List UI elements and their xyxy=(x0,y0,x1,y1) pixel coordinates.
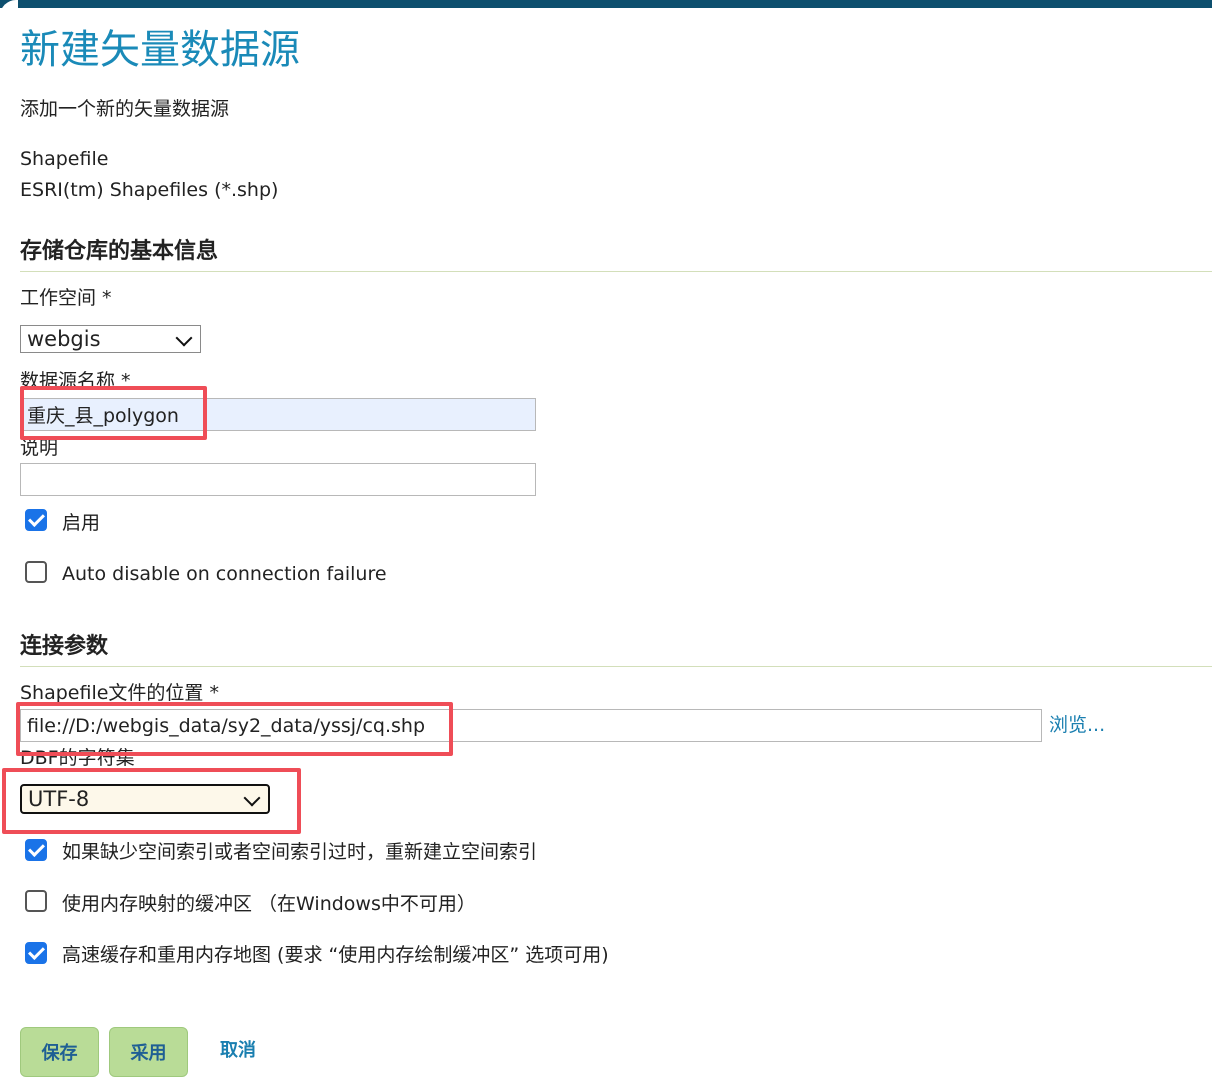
check-icon xyxy=(28,840,45,857)
page-subtitle: 添加一个新的矢量数据源 xyxy=(20,98,230,120)
workspace-select[interactable]: webgis xyxy=(20,325,201,353)
enabled-label: 启用 xyxy=(62,512,101,534)
store-type: Shapefile xyxy=(20,148,109,170)
memory-mapped-label: 使用内存映射的缓冲区 （在Windows中不可用） xyxy=(62,893,476,915)
cache-memory-maps-checkbox[interactable] xyxy=(25,942,47,964)
browse-link[interactable]: 浏览... xyxy=(1049,712,1105,738)
check-icon xyxy=(28,943,45,960)
chevron-down-icon xyxy=(175,329,193,347)
highlight-box xyxy=(20,386,207,440)
rebuild-index-label: 如果缺少空间索引或者空间索引过时，重新建立空间索引 xyxy=(62,841,538,863)
cache-memory-maps-label: 高速缓存和重用内存地图 (要求 “使用内存绘制缓冲区” 选项可用) xyxy=(62,944,609,966)
cancel-link[interactable]: 取消 xyxy=(220,1038,256,1064)
connection-heading: 连接参数 xyxy=(20,634,109,659)
highlight-box xyxy=(2,768,301,834)
header-bar xyxy=(0,0,1212,8)
save-button[interactable]: 保存 xyxy=(20,1027,99,1077)
enabled-checkbox[interactable] xyxy=(25,509,47,531)
apply-button[interactable]: 采用 xyxy=(109,1027,188,1077)
highlight-box xyxy=(16,702,453,756)
check-icon xyxy=(28,510,45,527)
workspace-label: 工作空间 * xyxy=(20,287,112,309)
page-title: 新建矢量数据源 xyxy=(20,27,300,73)
section-divider xyxy=(20,666,1212,667)
description-input[interactable] xyxy=(20,463,536,496)
workspace-select-value: webgis xyxy=(27,327,101,351)
store-type-description: ESRI(tm) Shapefiles (*.shp) xyxy=(20,179,279,201)
auto-disable-label: Auto disable on connection failure xyxy=(62,563,387,585)
section-divider xyxy=(20,271,1212,272)
auto-disable-checkbox[interactable] xyxy=(25,561,47,583)
memory-mapped-checkbox[interactable] xyxy=(25,890,47,912)
basic-info-heading: 存储仓库的基本信息 xyxy=(20,239,219,264)
rebuild-index-checkbox[interactable] xyxy=(25,839,47,861)
